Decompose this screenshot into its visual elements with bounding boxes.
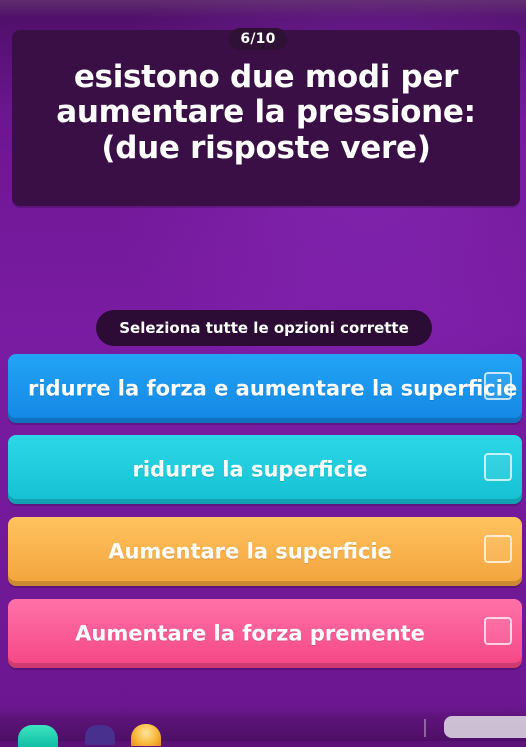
powerup-icon[interactable]	[18, 725, 58, 747]
bottom-bar	[0, 705, 526, 747]
answer-option-1[interactable]: ridurre la forza e aumentare la superfic…	[8, 354, 522, 423]
bottom-action-button[interactable]	[444, 716, 526, 738]
question-counter: 6/10	[229, 28, 287, 50]
checkbox-icon[interactable]	[484, 453, 512, 481]
top-shadow	[0, 0, 526, 18]
answer-option-4[interactable]: Aumentare la forza premente	[8, 599, 522, 668]
answer-option-label: ridurre la forza e aumentare la superfic…	[28, 376, 518, 401]
answer-option-label: Aumentare la forza premente	[75, 621, 425, 646]
answer-option-label: ridurre la superficie	[132, 457, 368, 482]
answer-option-label: Aumentare la superficie	[108, 539, 392, 564]
quiz-screen: esistono due modi per aumentare la press…	[0, 0, 526, 747]
reward-icon[interactable]	[131, 724, 161, 746]
question-text: esistono due modi per aumentare la press…	[56, 59, 476, 166]
checkbox-icon[interactable]	[484, 535, 512, 563]
profile-icon[interactable]	[85, 725, 115, 745]
instruction-pill: Seleziona tutte le opzioni corrette	[96, 310, 432, 346]
bottom-divider	[424, 719, 426, 737]
checkbox-icon[interactable]	[484, 617, 512, 645]
checkbox-icon[interactable]	[484, 372, 512, 400]
question-card: esistono due modi per aumentare la press…	[12, 30, 520, 206]
answer-option-2[interactable]: ridurre la superficie	[8, 435, 522, 504]
answer-option-3[interactable]: Aumentare la superficie	[8, 517, 522, 586]
